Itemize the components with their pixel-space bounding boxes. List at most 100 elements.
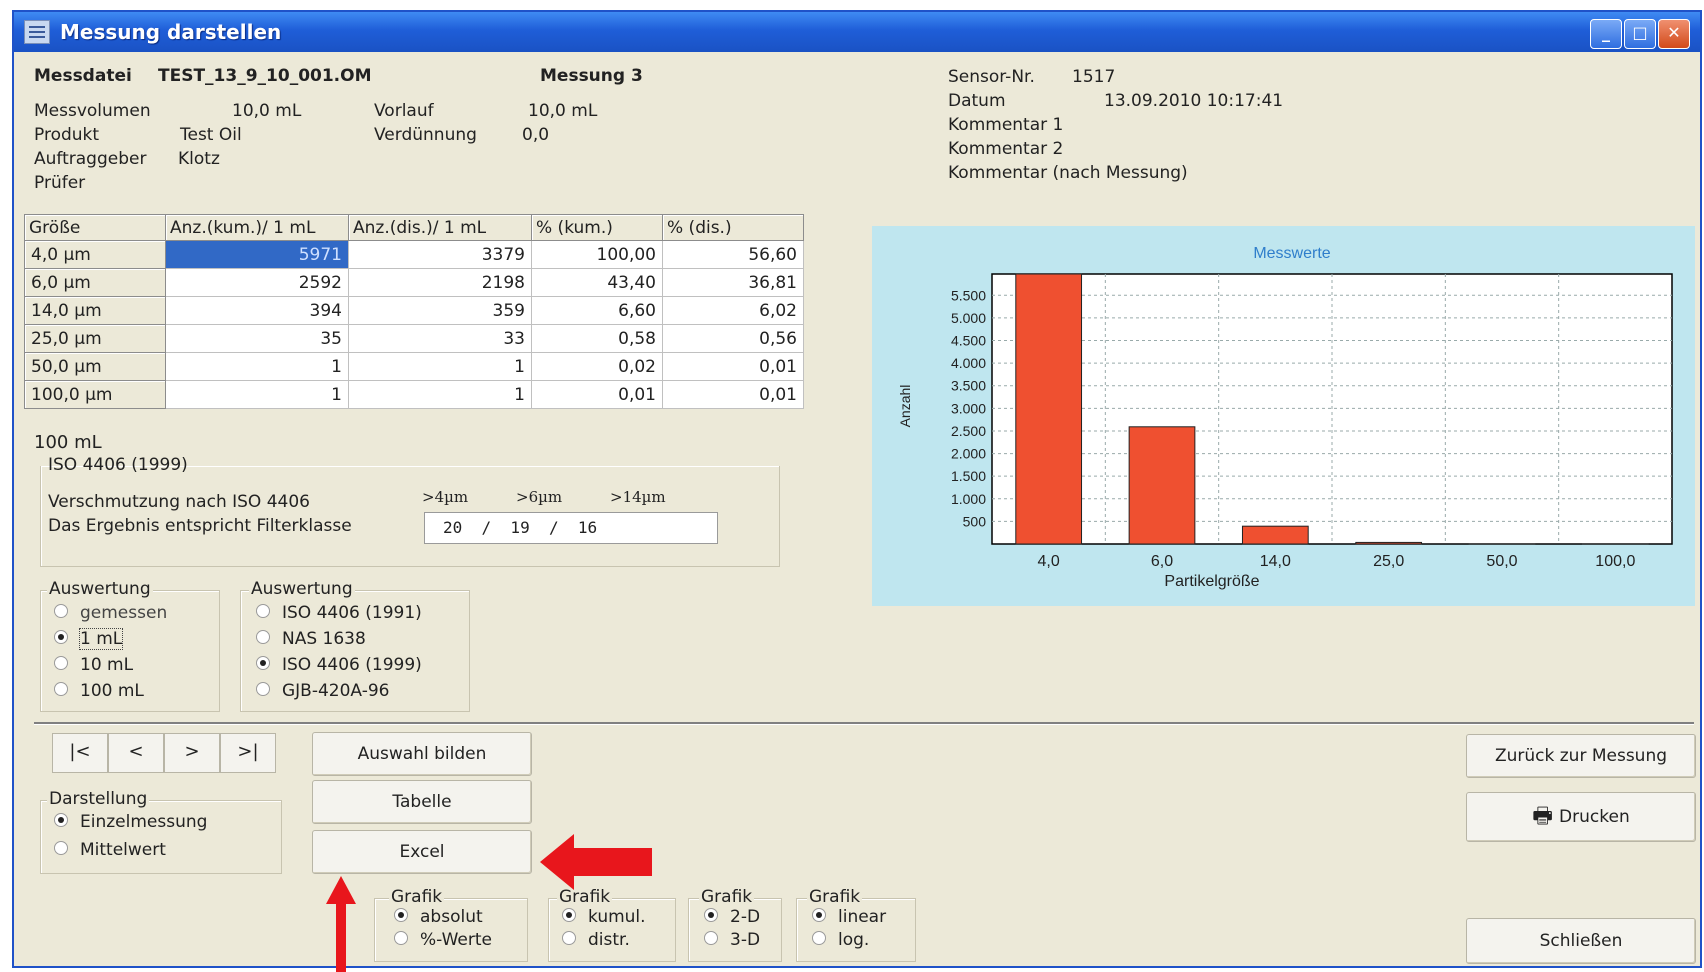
auswahl-bilden-button[interactable]: Auswahl bilden xyxy=(312,732,532,776)
table-cell[interactable]: 0,01 xyxy=(531,380,663,409)
table-cell[interactable]: 56,60 xyxy=(662,240,804,269)
table-cell[interactable]: 100,0 µm xyxy=(24,380,166,409)
table-cell[interactable]: 6,60 xyxy=(531,296,663,325)
column-header[interactable]: % (dis.) xyxy=(662,214,804,241)
radio-dot xyxy=(562,931,576,945)
table-cell[interactable]: 25,0 µm xyxy=(24,324,166,353)
vorlauf-value: 10,0 mL xyxy=(528,101,598,121)
radio-kumul[interactable]: kumul. xyxy=(562,907,646,927)
table-cell[interactable]: 1 xyxy=(165,380,349,409)
table-row[interactable]: 6,0 µm 2592 2198 43,40 36,81 xyxy=(24,268,804,297)
radio-distr[interactable]: distr. xyxy=(562,930,630,950)
table-row[interactable]: 4,0 µm 5971 3379 100,00 56,60 xyxy=(24,240,804,269)
table-cell[interactable]: 4,0 µm xyxy=(24,240,166,269)
table-header-row: Größe Anz.(kum.)/ 1 mL Anz.(dis.)/ 1 mL … xyxy=(24,214,804,241)
radio-100ml[interactable]: 100 mL xyxy=(54,681,144,701)
excel-button[interactable]: Excel xyxy=(312,830,532,874)
column-header[interactable]: Größe xyxy=(24,214,166,241)
radio-label: 10 mL xyxy=(80,655,134,675)
column-header[interactable]: % (kum.) xyxy=(531,214,663,241)
table-cell[interactable]: 0,58 xyxy=(531,324,663,353)
radio-2d[interactable]: 2-D xyxy=(704,907,760,927)
radio-label: 2-D xyxy=(730,907,761,927)
radio-10ml[interactable]: 10 mL xyxy=(54,655,133,675)
y-tick-label: 4.000 xyxy=(951,355,986,371)
radio-linear[interactable]: linear xyxy=(812,907,886,927)
radio-nas1638[interactable]: NAS 1638 xyxy=(256,629,366,649)
radio-label: ISO 4406 (1991) xyxy=(282,603,422,623)
table-cell[interactable]: 3379 xyxy=(348,240,532,269)
table-row[interactable]: 100,0 µm 1 1 0,01 0,01 xyxy=(24,380,804,409)
maximize-button[interactable]: □ xyxy=(1624,19,1656,49)
volume-label: 100 mL xyxy=(34,432,102,453)
results-table[interactable]: Größe Anz.(kum.)/ 1 mL Anz.(dis.)/ 1 mL … xyxy=(24,214,804,409)
y-tick-label: 1.000 xyxy=(951,491,986,507)
radio-dot xyxy=(812,908,826,922)
tabelle-button[interactable]: Tabelle xyxy=(312,780,532,824)
y-tick-label: 500 xyxy=(963,513,987,529)
table-cell[interactable]: 0,02 xyxy=(531,352,663,381)
table-row[interactable]: 14,0 µm 394 359 6,60 6,02 xyxy=(24,296,804,325)
grafik-title: Grafik xyxy=(699,887,755,907)
table-cell[interactable]: 1 xyxy=(348,380,532,409)
table-cell[interactable]: 1 xyxy=(348,352,532,381)
table-cell[interactable]: 43,40 xyxy=(531,268,663,297)
table-cell[interactable]: 36,81 xyxy=(662,268,804,297)
datum-label: Datum xyxy=(948,91,1006,111)
messdatei-value: TEST_13_9_10_001.OM xyxy=(158,66,372,86)
radio-iso4406-1991[interactable]: ISO 4406 (1991) xyxy=(256,603,422,623)
table-cell[interactable]: 5971 xyxy=(165,240,349,269)
radio-gjb420a96[interactable]: GJB-420A-96 xyxy=(256,681,389,701)
iso-col-6um: >6µm xyxy=(516,488,563,506)
iso-group-title: ISO 4406 (1999) xyxy=(48,455,188,475)
table-cell[interactable]: 50,0 µm xyxy=(24,352,166,381)
radio-log[interactable]: log. xyxy=(812,930,869,950)
minimize-button[interactable]: _ xyxy=(1590,19,1622,49)
table-row[interactable]: 25,0 µm 35 33 0,58 0,56 xyxy=(24,324,804,353)
zurueck-zur-messung-button[interactable]: Zurück zur Messung xyxy=(1466,734,1696,778)
table-cell[interactable]: 6,0 µm xyxy=(24,268,166,297)
radio-einzelmessung[interactable]: Einzelmessung xyxy=(54,812,207,832)
table-cell[interactable]: 35 xyxy=(165,324,349,353)
radio-mittelwert[interactable]: Mittelwert xyxy=(54,840,166,860)
table-cell[interactable]: 2198 xyxy=(348,268,532,297)
next-record-button[interactable]: > xyxy=(164,733,220,773)
radio-label: 100 mL xyxy=(80,681,144,701)
bar xyxy=(1241,525,1309,545)
table-cell[interactable]: 6,02 xyxy=(662,296,804,325)
radio-label: linear xyxy=(838,907,887,927)
radio-gemessen[interactable]: gemessen xyxy=(54,603,167,623)
radio-prozent[interactable]: %-Werte xyxy=(394,930,492,950)
y-axis-label: Anzahl xyxy=(897,385,913,428)
table-cell[interactable]: 359 xyxy=(348,296,532,325)
auswertung-volume-title: Auswertung xyxy=(47,579,153,599)
table-cell[interactable]: 1 xyxy=(165,352,349,381)
table-cell[interactable]: 0,01 xyxy=(662,380,804,409)
last-record-button[interactable]: >| xyxy=(220,733,276,773)
table-cell[interactable]: 0,56 xyxy=(662,324,804,353)
table-cell[interactable]: 100,00 xyxy=(531,240,663,269)
radio-label: absolut xyxy=(420,907,483,927)
close-window-button[interactable]: ✕ xyxy=(1658,19,1690,49)
table-cell[interactable]: 14,0 µm xyxy=(24,296,166,325)
column-header[interactable]: Anz.(kum.)/ 1 mL xyxy=(165,214,349,241)
drucken-button[interactable]: 🖶 Drucken xyxy=(1466,792,1696,842)
grafik-title: Grafik xyxy=(807,887,863,907)
radio-3d[interactable]: 3-D xyxy=(704,930,760,950)
app-icon xyxy=(24,20,50,44)
radio-absolut[interactable]: absolut xyxy=(394,907,483,927)
schliessen-button[interactable]: Schließen xyxy=(1466,918,1696,964)
table-cell[interactable]: 33 xyxy=(348,324,532,353)
first-record-button[interactable]: |< xyxy=(52,733,108,773)
radio-dot xyxy=(256,656,270,670)
column-header[interactable]: Anz.(dis.)/ 1 mL xyxy=(348,214,532,241)
table-row[interactable]: 50,0 µm 1 1 0,02 0,01 xyxy=(24,352,804,381)
radio-label: Mittelwert xyxy=(80,840,166,860)
radio-1ml[interactable]: 1 mL xyxy=(54,628,124,650)
table-cell[interactable]: 0,01 xyxy=(662,352,804,381)
prev-record-button[interactable]: < xyxy=(108,733,164,773)
radio-label: gemessen xyxy=(80,603,168,623)
table-cell[interactable]: 394 xyxy=(165,296,349,325)
radio-iso4406-1999[interactable]: ISO 4406 (1999) xyxy=(256,655,422,675)
table-cell[interactable]: 2592 xyxy=(165,268,349,297)
